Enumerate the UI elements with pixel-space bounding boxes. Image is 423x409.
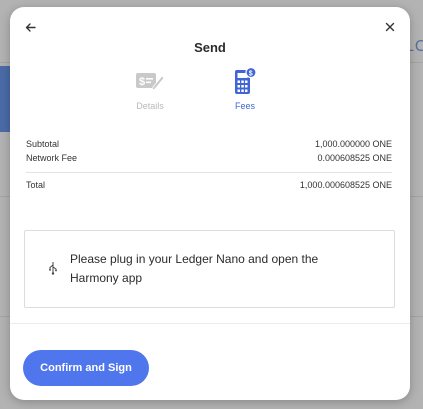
document-edit-icon: $ [136, 73, 165, 91]
fee-summary: Subtotal 1,000.000000 ONE Network Fee 0.… [26, 137, 392, 192]
total-label: Total [26, 180, 46, 190]
modal-title: Send [194, 40, 226, 55]
network-fee-row: Network Fee 0.000608525 ONE [26, 151, 392, 165]
arrow-left-icon [25, 22, 36, 32]
close-icon [385, 22, 395, 32]
calculator-icon: $ [235, 66, 257, 94]
subtotal-label: Subtotal [26, 139, 60, 149]
svg-text:$: $ [139, 76, 145, 88]
send-modal: Send $ Details $ Fees Subtotal 1,000.000… [10, 7, 410, 400]
footer-divider [10, 323, 410, 324]
usb-icon [43, 261, 63, 278]
network-fee-value: 0.000608525 ONE [317, 153, 392, 163]
step-indicator: $ Details $ Fees [120, 65, 300, 115]
subtotal-row: Subtotal 1,000.000000 ONE [26, 137, 392, 151]
step-fees[interactable]: $ Fees [215, 65, 275, 111]
network-fee-label: Network Fee [26, 153, 78, 163]
ledger-prompt: Please plug in your Ledger Nano and open… [24, 230, 395, 308]
close-button[interactable] [382, 19, 398, 35]
step-details-label: Details [136, 101, 164, 111]
svg-text:$: $ [249, 70, 253, 77]
step-details[interactable]: $ Details [120, 65, 180, 111]
step-fees-label: Fees [234, 101, 255, 111]
subtotal-value: 1,000.000000 ONE [314, 139, 392, 149]
confirm-and-sign-button[interactable]: Confirm and Sign [23, 350, 149, 386]
summary-divider [26, 172, 392, 173]
total-row: Total 1,000.000608525 ONE [26, 178, 392, 192]
total-value: 1,000.000608525 ONE [299, 180, 392, 190]
ledger-prompt-message: Please plug in your Ledger Nano and open… [70, 252, 319, 285]
back-button[interactable] [22, 19, 38, 35]
